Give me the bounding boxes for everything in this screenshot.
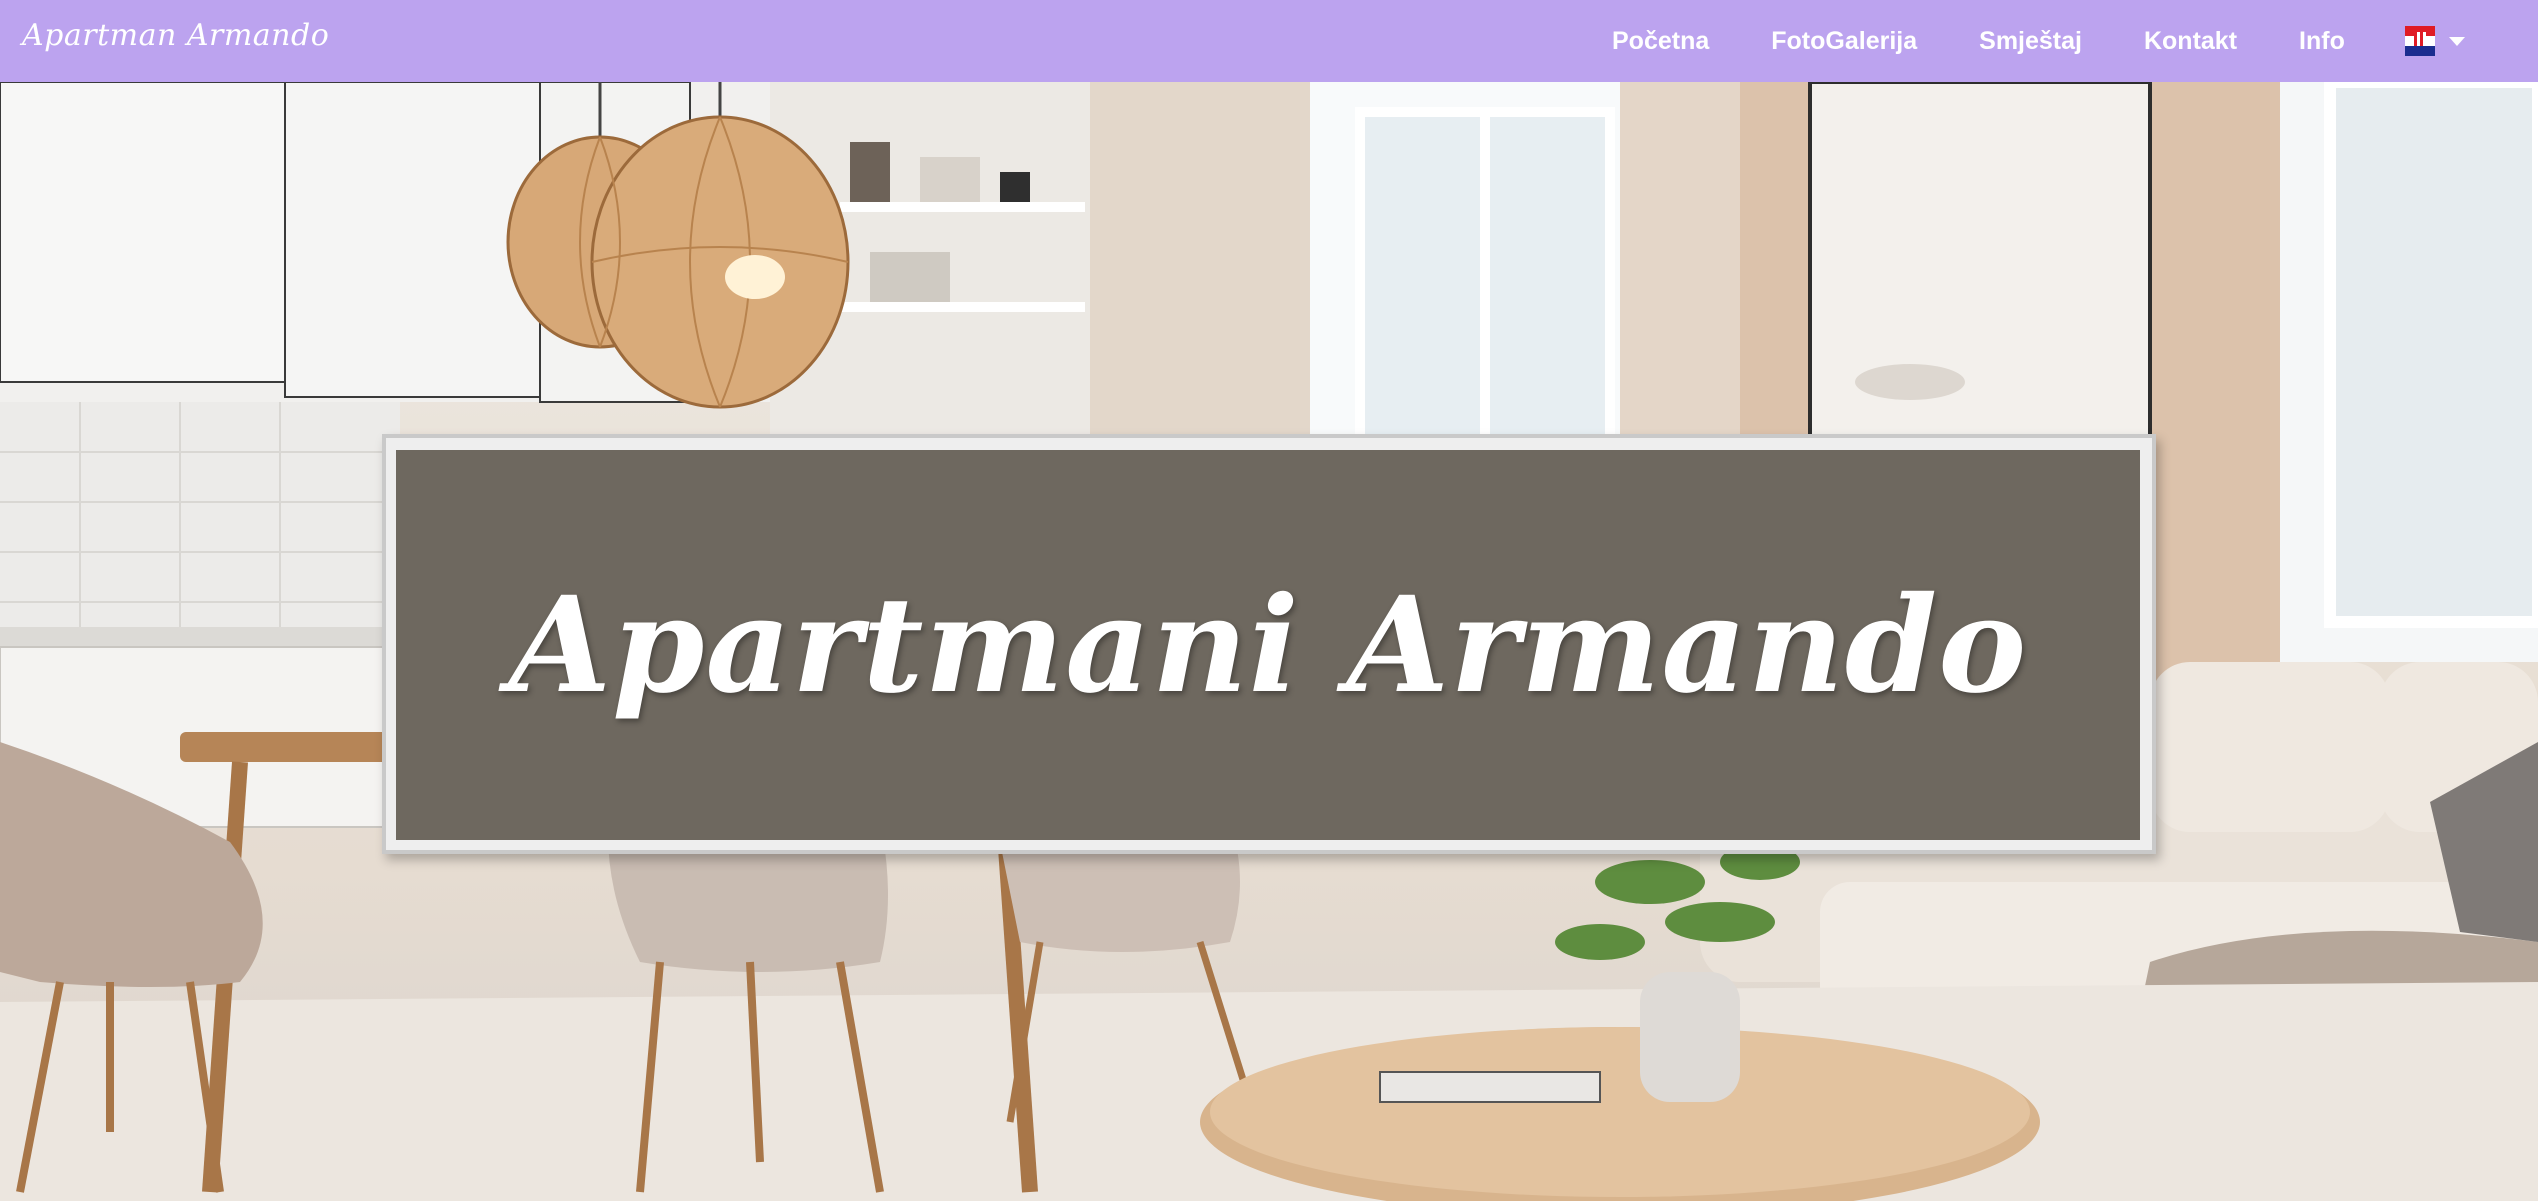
nav-link-info[interactable]: Info: [2299, 27, 2345, 56]
nav-links: Početna FotoGalerija Smještaj Kontakt In…: [1612, 0, 2407, 82]
nav-link-fotogalerija[interactable]: FotoGalerija: [1771, 27, 1917, 56]
top-navbar: Apartman Armando Početna FotoGalerija Sm…: [0, 0, 2538, 82]
nav-link-smjestaj[interactable]: Smještaj: [1979, 27, 2082, 56]
caret-down-icon: [2449, 36, 2465, 46]
brand-logo[interactable]: Apartman Armando: [22, 18, 329, 53]
nav-link-kontakt[interactable]: Kontakt: [2144, 27, 2237, 56]
croatia-flag-icon: [2405, 26, 2435, 56]
nav-link-pocetna[interactable]: Početna: [1612, 27, 1709, 56]
language-selector[interactable]: [2405, 26, 2465, 56]
hero-title: Apartmani Armando: [508, 567, 2028, 723]
